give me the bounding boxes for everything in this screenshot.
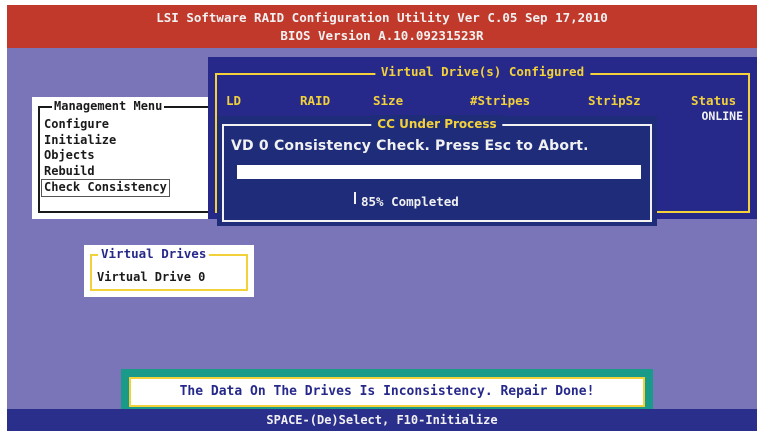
cc-dialog: CC Under Process VD 0 Consistency Check.… [217,115,657,226]
status-bar: SPACE-(De)Select, F10-Initialize [7,409,757,431]
panel-title: Virtual Drive(s) Configured [374,63,591,81]
cc-dialog-message: VD 0 Consistency Check. Press Esc to Abo… [231,138,589,154]
progress-bar [237,165,641,179]
column-status: Status [691,93,737,108]
message-box-inner: The Data On The Drives Is Inconsistency.… [129,377,645,407]
column-stripes: #Stripes [470,93,531,108]
menu-item-check-consistency[interactable]: Check Consistency [41,179,170,197]
title-bar: LSI Software RAID Configuration Utility … [7,5,757,48]
virtual-drives-title: Virtual Drives [98,247,210,261]
virtual-drives-list: Virtual Drives Virtual Drive 0 [84,245,254,297]
message-box-text: The Data On The Drives Is Inconsistency.… [179,384,595,399]
management-menu-title: Management Menu [52,99,165,113]
bios-version: BIOS Version A.10.09231523R [280,28,484,43]
progress-cursor [354,192,356,204]
bios-screen: LSI Software RAID Configuration Utility … [7,5,757,431]
column-stripsz: StripSz [588,93,641,108]
menu-item-rebuild[interactable]: Rebuild [44,164,170,180]
column-raid: RAID [300,93,331,108]
utility-title: LSI Software RAID Configuration Utility … [156,10,608,25]
progress-fill [237,165,581,179]
column-ld: LD [226,93,242,108]
menu-item-configure[interactable]: Configure [44,117,170,133]
menu-item-initialize[interactable]: Initialize [44,133,170,149]
cc-dialog-title: CC Under Process [371,115,503,133]
column-size: Size [373,93,404,108]
menu-item-objects[interactable]: Objects [44,148,170,164]
progress-text: 85% Completed [361,194,459,209]
status-online: ONLINE [701,109,743,123]
virtual-drive-item[interactable]: Virtual Drive 0 [97,270,205,284]
